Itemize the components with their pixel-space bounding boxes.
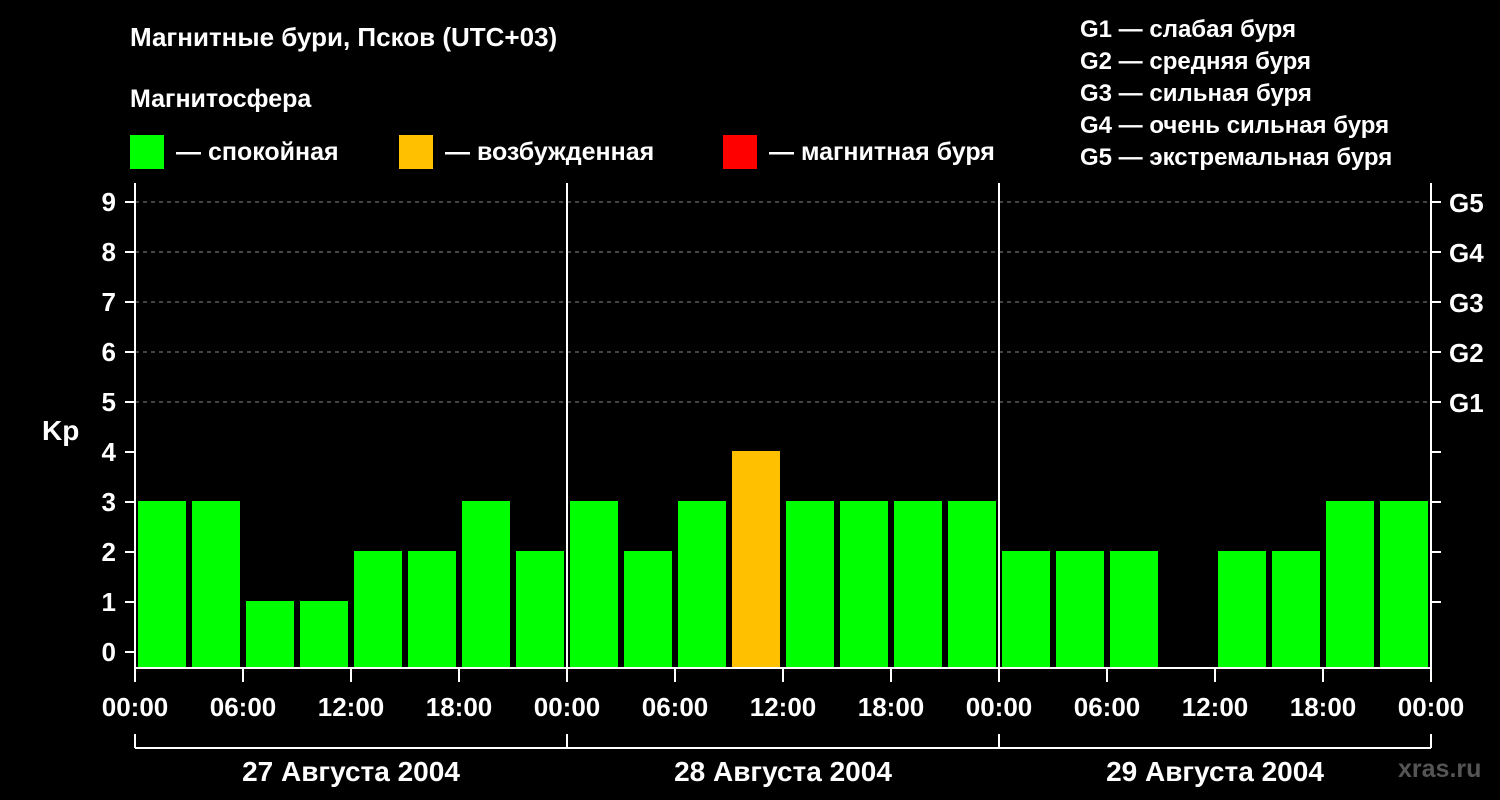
kp-bar xyxy=(1110,551,1158,668)
y-tick-label: 7 xyxy=(102,287,116,317)
kp-bar xyxy=(1056,551,1104,668)
kp-bar xyxy=(1380,501,1428,668)
kp-bar xyxy=(678,501,726,668)
x-tick-label: 12:00 xyxy=(1182,692,1249,722)
storm-level-label: G1 xyxy=(1449,388,1484,418)
kp-bar xyxy=(300,601,348,668)
kp-bar xyxy=(192,501,240,668)
x-tick-label: 12:00 xyxy=(750,692,817,722)
storm-level-label: G2 xyxy=(1449,338,1484,368)
kp-bar xyxy=(1272,551,1320,668)
kp-bar xyxy=(1002,551,1050,668)
y-tick-label: 2 xyxy=(102,537,116,567)
storm-level-label: G5 xyxy=(1449,188,1484,218)
kp-bar xyxy=(408,551,456,668)
kp-bar xyxy=(840,501,888,668)
y-tick-label: 1 xyxy=(102,587,116,617)
kp-bar xyxy=(1326,501,1374,668)
kp-bar xyxy=(246,601,294,668)
x-tick-label: 18:00 xyxy=(426,692,493,722)
kp-bar xyxy=(138,501,186,668)
x-tick-label: 06:00 xyxy=(210,692,277,722)
kp-bar xyxy=(462,501,510,668)
x-tick-label: 12:00 xyxy=(318,692,385,722)
kp-chart: 0 1 2 3 4 5 6 7 8 9 G1 G2 G3 G4 G5 Kp 00:00 06:00 12:00 18:… xyxy=(42,183,1484,787)
kp-bar xyxy=(516,551,564,668)
kp-bar xyxy=(786,501,834,668)
x-tick-label: 00:00 xyxy=(102,692,169,722)
x-tick-label: 06:00 xyxy=(1074,692,1141,722)
y-tick-label: 5 xyxy=(102,387,116,417)
y-tick-label: 4 xyxy=(102,437,117,467)
watermark: xras.ru xyxy=(1398,755,1482,783)
kp-bar xyxy=(354,551,402,668)
y-tick-label: 8 xyxy=(102,237,116,267)
y-tick-label: 9 xyxy=(102,187,116,217)
x-tick-label: 18:00 xyxy=(1290,692,1357,722)
y-tick-label: 0 xyxy=(102,637,116,667)
kp-bar xyxy=(948,501,996,668)
kp-bar xyxy=(1218,551,1266,668)
day-label: 28 Августа 2004 xyxy=(674,756,892,787)
x-tick-label: 00:00 xyxy=(1398,692,1465,722)
x-tick-label: 00:00 xyxy=(966,692,1033,722)
kp-bar xyxy=(894,501,942,668)
y-tick-label: 6 xyxy=(102,337,116,367)
day-label: 29 Августа 2004 xyxy=(1106,756,1324,787)
x-tick-label: 06:00 xyxy=(642,692,709,722)
storm-level-label: G3 xyxy=(1449,288,1484,318)
storm-level-label: G4 xyxy=(1449,238,1484,268)
y-axis-label: Kp xyxy=(42,415,79,446)
day-label: 27 Августа 2004 xyxy=(242,756,460,787)
kp-bar xyxy=(570,501,618,668)
x-tick-label: 00:00 xyxy=(534,692,601,722)
kp-bar xyxy=(732,451,780,668)
y-tick-label: 3 xyxy=(102,487,116,517)
x-tick-label: 18:00 xyxy=(858,692,925,722)
kp-bar xyxy=(624,551,672,668)
